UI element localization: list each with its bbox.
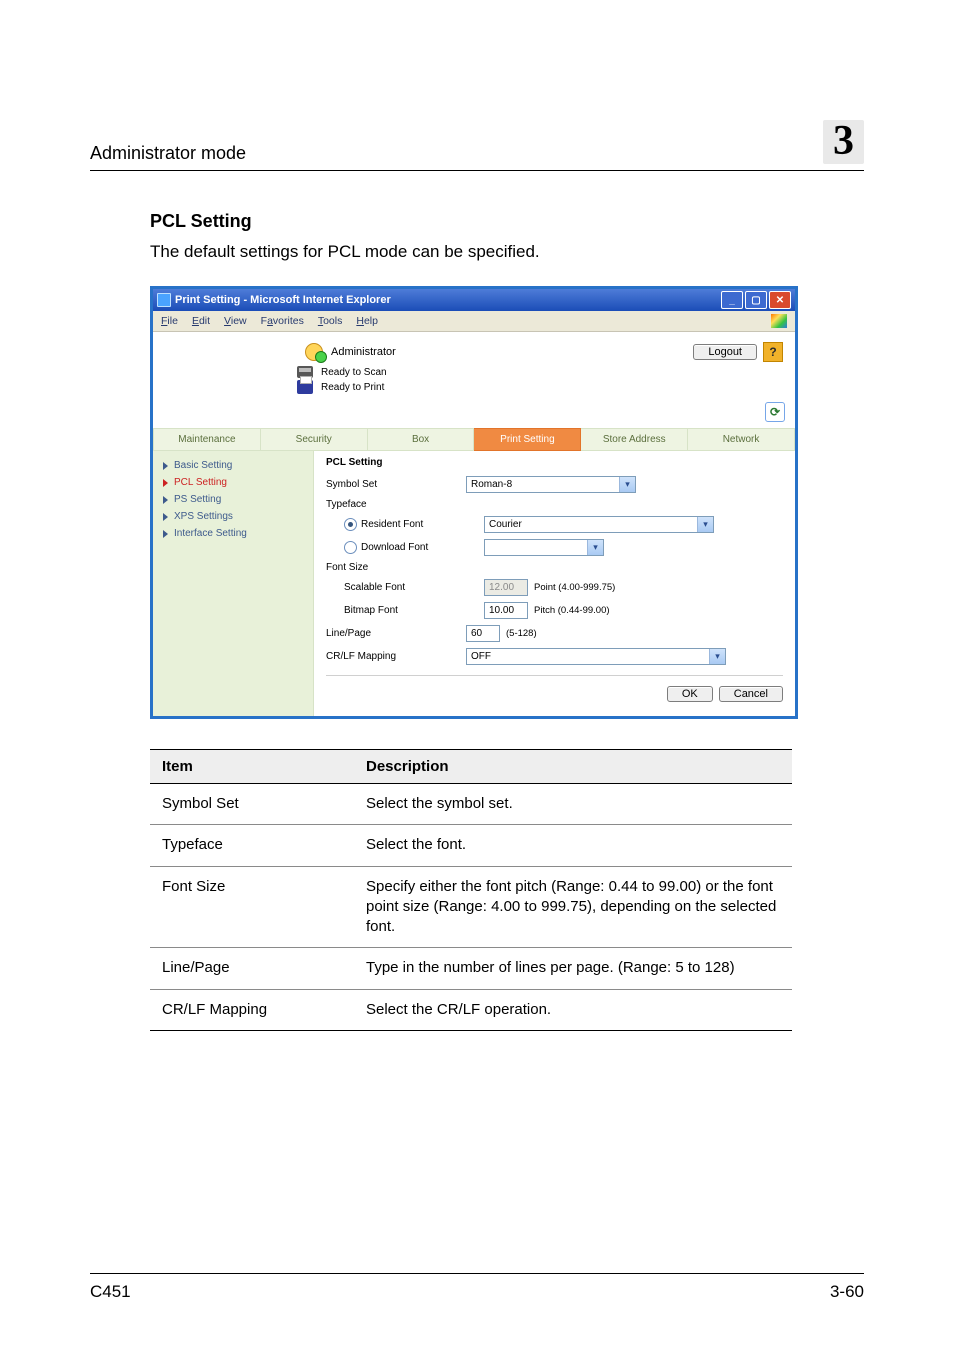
table-row: TypefaceSelect the font.: [150, 825, 792, 866]
running-title: Administrator mode: [90, 143, 246, 164]
triangle-icon: [163, 513, 168, 521]
input-bitmap-font[interactable]: 10.00: [484, 602, 528, 619]
radio-resident-font[interactable]: Resident Font: [326, 518, 484, 531]
sidebar-item-xps-settings[interactable]: XPS Settings: [153, 508, 313, 525]
sidebar-item-ps-setting[interactable]: PS Setting: [153, 491, 313, 508]
select-crlf-mapping[interactable]: OFF▾: [466, 648, 726, 665]
window-titlebar: Print Setting - Microsoft Internet Explo…: [153, 289, 795, 311]
th-desc: Description: [354, 750, 792, 784]
menu-tools[interactable]: Tools: [318, 315, 343, 327]
triangle-icon: [163, 479, 168, 487]
tab-box[interactable]: Box: [368, 428, 475, 451]
input-line-page[interactable]: 60: [466, 625, 500, 642]
help-button[interactable]: ?: [763, 342, 783, 362]
triangle-icon: [163, 530, 168, 538]
select-resident-font[interactable]: Courier▾: [484, 516, 714, 533]
select-symbol-set[interactable]: Roman-8▾: [466, 476, 636, 493]
table-row: Symbol SetSelect the symbol set.: [150, 784, 792, 825]
lead-text: The default settings for PCL mode can be…: [150, 242, 864, 262]
menu-help[interactable]: Help: [356, 315, 378, 327]
hint-line-page: (5-128): [506, 628, 537, 639]
menu-file[interactable]: File: [161, 315, 178, 327]
menu-view[interactable]: View: [224, 315, 247, 327]
menu-edit[interactable]: Edit: [192, 315, 210, 327]
tab-store-address[interactable]: Store Address: [581, 428, 688, 451]
sidebar-item-interface-setting[interactable]: Interface Setting: [153, 525, 313, 542]
footer-left: C451: [90, 1282, 131, 1302]
chapter-number: 3: [823, 120, 864, 164]
description-table: Item Description Symbol SetSelect the sy…: [150, 749, 792, 1031]
select-download-font[interactable]: ▾: [484, 539, 604, 556]
user-label: Administrator: [331, 346, 396, 358]
window-maximize-button[interactable]: ▢: [745, 291, 767, 309]
status-print: Ready to Print: [321, 382, 384, 393]
status-scan: Ready to Scan: [321, 367, 387, 378]
hint-scalable: Point (4.00-999.75): [534, 582, 615, 593]
sidebar-item-basic-setting[interactable]: Basic Setting: [153, 457, 313, 474]
chevron-down-icon: ▾: [587, 540, 603, 555]
input-scalable-font: 12.00: [484, 579, 528, 596]
sidebar-item-pcl-setting[interactable]: PCL Setting: [153, 474, 313, 491]
label-font-size: Font Size: [326, 562, 466, 573]
chevron-down-icon: ▾: [619, 477, 635, 492]
label-bitmap-font: Bitmap Font: [326, 605, 484, 616]
table-row: Font SizeSpecify either the font pitch (…: [150, 866, 792, 948]
footer-right: 3-60: [830, 1282, 864, 1302]
label-crlf: CR/LF Mapping: [326, 651, 466, 662]
chevron-down-icon: ▾: [697, 517, 713, 532]
triangle-icon: [163, 496, 168, 504]
tab-print-setting[interactable]: Print Setting: [474, 428, 581, 451]
screenshot-window: Print Setting - Microsoft Internet Explo…: [150, 286, 798, 719]
label-line-page: Line/Page: [326, 628, 466, 639]
hint-bitmap: Pitch (0.44-99.00): [534, 605, 610, 616]
chevron-down-icon: ▾: [709, 649, 725, 664]
window-minimize-button[interactable]: _: [721, 291, 743, 309]
ok-button[interactable]: OK: [667, 686, 713, 702]
windows-flag-icon: [771, 314, 787, 328]
tab-maintenance[interactable]: Maintenance: [153, 428, 261, 451]
tab-security[interactable]: Security: [261, 428, 368, 451]
table-row: Line/PageType in the number of lines per…: [150, 948, 792, 989]
browser-menubar[interactable]: File Edit View Favorites Tools Help: [153, 311, 795, 332]
label-scalable-font: Scalable Font: [326, 582, 484, 593]
menu-favorites[interactable]: Favorites: [261, 315, 304, 327]
triangle-icon: [163, 462, 168, 470]
cancel-button[interactable]: Cancel: [719, 686, 783, 702]
logout-button[interactable]: Logout: [693, 344, 757, 360]
label-symbol-set: Symbol Set: [326, 479, 466, 490]
radio-download-font[interactable]: Download Font: [326, 541, 484, 554]
ie-icon: [157, 293, 171, 307]
section-heading: PCL Setting: [150, 211, 864, 232]
refresh-button[interactable]: ⟳: [765, 402, 785, 422]
tab-network[interactable]: Network: [688, 428, 795, 451]
label-typeface: Typeface: [326, 499, 466, 510]
administrator-icon: [305, 343, 323, 361]
printer-icon: [297, 380, 313, 394]
table-row: CR/LF MappingSelect the CR/LF operation.: [150, 989, 792, 1030]
th-item: Item: [150, 750, 354, 784]
window-close-button[interactable]: ✕: [769, 291, 791, 309]
window-title: Print Setting - Microsoft Internet Explo…: [175, 294, 391, 306]
panel-title: PCL Setting: [326, 457, 783, 468]
